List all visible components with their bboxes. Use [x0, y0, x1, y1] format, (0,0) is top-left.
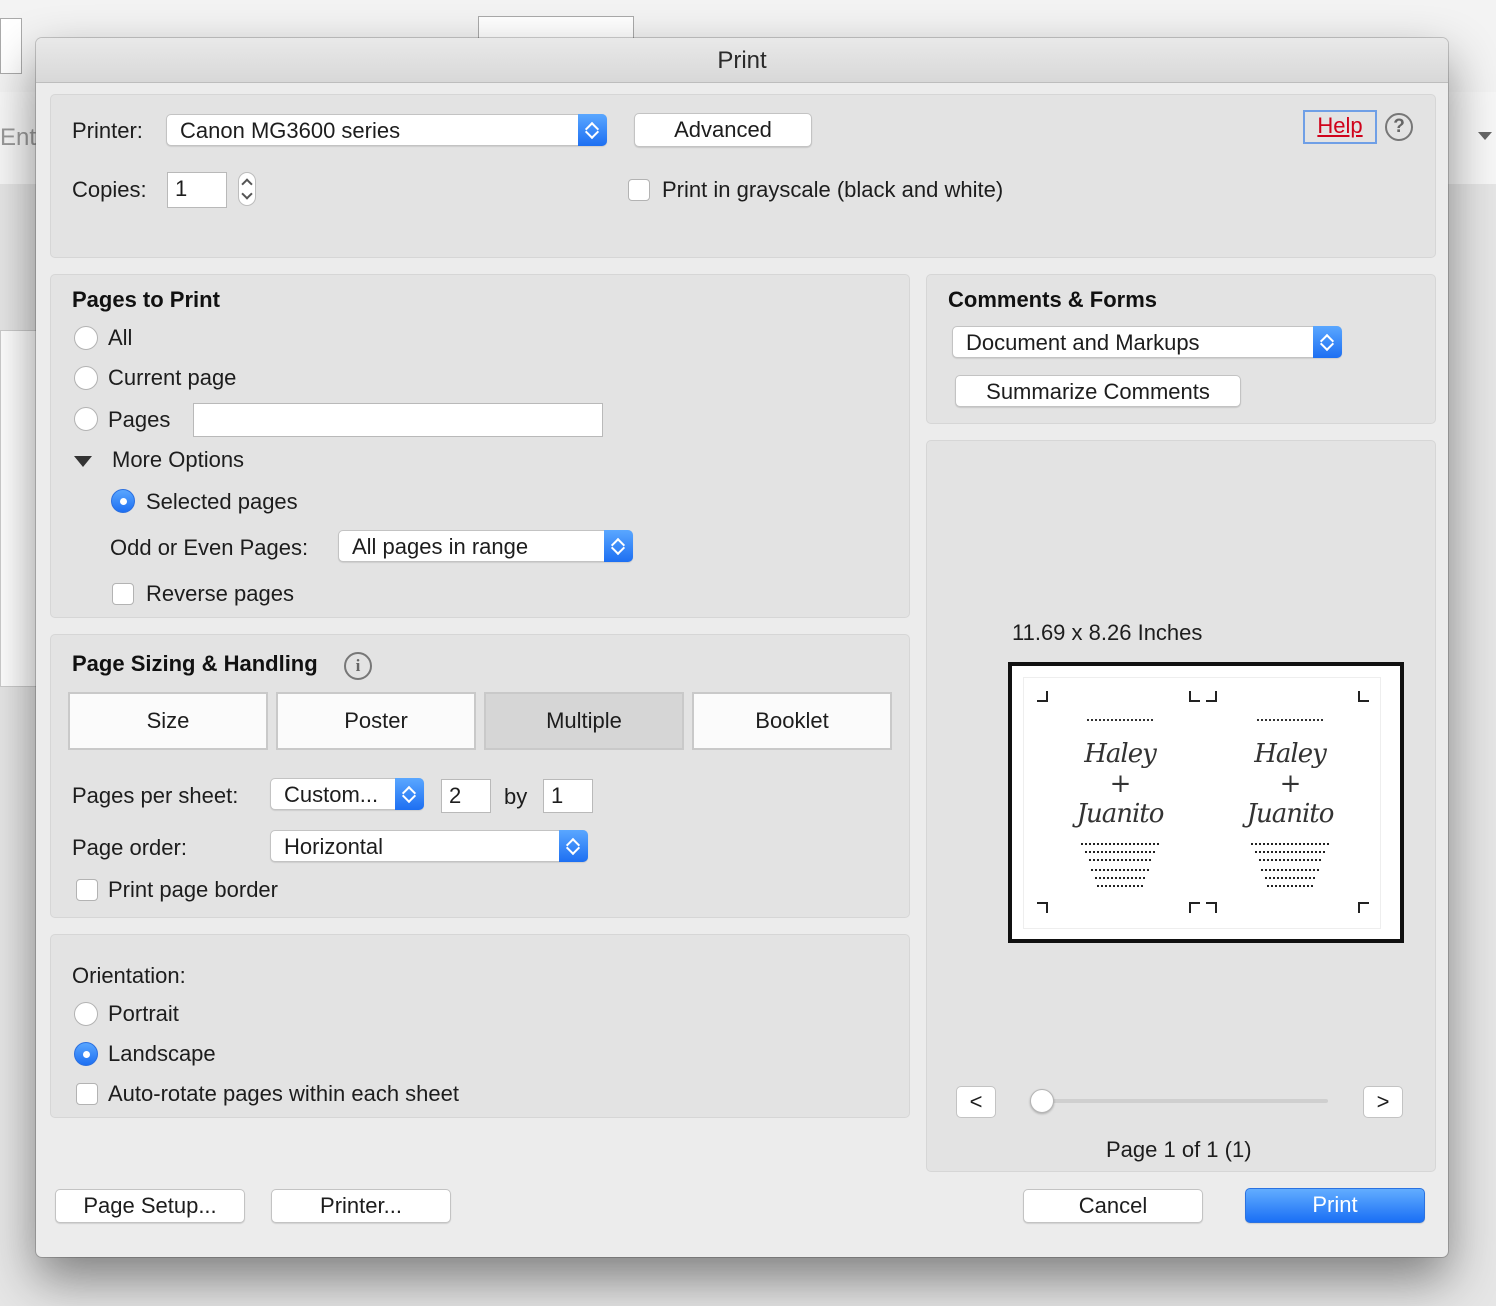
odd-even-label: Odd or Even Pages:	[110, 535, 309, 560]
autorotate-checkbox[interactable]	[76, 1083, 98, 1105]
cancel-button[interactable]: Cancel	[1023, 1189, 1203, 1223]
copies-label: Copies:	[72, 177, 147, 202]
current-page-label: Current page	[108, 365, 237, 390]
help-icon[interactable]: ?	[1385, 113, 1413, 141]
tab-booklet[interactable]: Booklet	[692, 692, 892, 750]
advanced-button[interactable]: Advanced	[634, 113, 812, 147]
reverse-pages-checkbox[interactable]	[112, 583, 134, 605]
select-arrows-icon	[578, 114, 607, 146]
crop-mark	[1206, 691, 1217, 702]
page-sizing-title: Page Sizing & Handling	[72, 651, 318, 676]
print-border-label: Print page border	[108, 877, 278, 902]
page-order-select[interactable]: Horizontal	[270, 830, 588, 862]
autorotate-label: Auto-rotate pages within each sheet	[108, 1081, 460, 1106]
select-arrows-icon	[604, 530, 633, 562]
pages-radio[interactable]	[74, 407, 98, 431]
help-link[interactable]: Help	[1303, 110, 1377, 144]
tab-poster[interactable]: Poster	[276, 692, 476, 750]
page-order-label: Page order:	[72, 835, 187, 860]
pages-to-print-title: Pages to Print	[72, 287, 220, 312]
page-slider-knob[interactable]	[1030, 1089, 1054, 1113]
selected-pages-radio[interactable]	[111, 489, 135, 513]
copies-stepper[interactable]	[238, 172, 256, 206]
crop-mark	[1358, 902, 1369, 913]
background-field	[0, 18, 22, 74]
print-button[interactable]: Print	[1245, 1188, 1425, 1223]
portrait-label: Portrait	[108, 1001, 179, 1026]
printer-button[interactable]: Printer...	[271, 1189, 451, 1223]
portrait-radio[interactable]	[74, 1002, 98, 1026]
copies-input[interactable]: 1	[167, 172, 227, 208]
tab-size[interactable]: Size	[68, 692, 268, 750]
orientation-title: Orientation:	[72, 963, 186, 988]
grid-columns-input[interactable]: 2	[441, 779, 491, 813]
more-options-label[interactable]: More Options	[112, 447, 244, 473]
landscape-radio[interactable]	[74, 1042, 98, 1066]
selected-pages-label: Selected pages	[146, 489, 298, 514]
select-arrows-icon	[1313, 326, 1342, 358]
all-pages-radio[interactable]	[74, 326, 98, 350]
printer-select-value: Canon MG3600 series	[180, 118, 401, 143]
pages-to-print-panel	[50, 274, 910, 618]
page-status: Page 1 of 1 (1)	[1106, 1137, 1252, 1162]
comments-forms-value: Document and Markups	[966, 330, 1200, 355]
pages-label: Pages	[108, 407, 171, 432]
printer-select[interactable]: Canon MG3600 series	[166, 114, 607, 146]
crop-mark	[1189, 902, 1200, 913]
grayscale-checkbox[interactable]	[628, 179, 650, 201]
crop-mark	[1037, 691, 1048, 702]
odd-even-select-value: All pages in range	[352, 534, 529, 559]
pages-range-input[interactable]	[193, 403, 603, 437]
pages-per-sheet-label: Pages per sheet:	[72, 783, 239, 808]
grid-rows-input[interactable]: 1	[543, 779, 593, 813]
stepper-down-icon	[241, 188, 253, 200]
preview-sheet: Haley + Juanito Haley + Juanito	[1023, 677, 1381, 929]
odd-even-select[interactable]: All pages in range	[338, 530, 633, 562]
crop-mark	[1358, 691, 1369, 702]
pages-per-sheet-value: Custom...	[284, 782, 379, 807]
preview-invitation-left: Haley + Juanito	[1075, 705, 1165, 887]
by-label: by	[504, 784, 528, 809]
select-arrows-icon	[559, 830, 588, 862]
select-arrows-icon	[395, 778, 424, 810]
current-page-radio[interactable]	[74, 366, 98, 390]
printer-label: Printer:	[72, 118, 143, 143]
dialog-title: Print	[36, 38, 1448, 83]
comments-forms-title: Comments & Forms	[948, 287, 1158, 312]
info-icon[interactable]: i	[344, 652, 372, 680]
comments-forms-select[interactable]: Document and Markups	[952, 326, 1342, 358]
print-border-checkbox[interactable]	[76, 879, 98, 901]
print-dialog: Print Printer: Canon MG3600 series Advan…	[36, 38, 1448, 1257]
reverse-pages-label: Reverse pages	[146, 581, 294, 606]
crop-mark	[1037, 902, 1048, 913]
preview-invitation-right: Haley + Juanito	[1245, 705, 1335, 887]
preview-size-label: 11.69 x 8.26 Inches	[1012, 620, 1203, 645]
summarize-comments-button[interactable]: Summarize Comments	[955, 375, 1241, 407]
all-pages-label: All	[108, 325, 133, 350]
invitation-script-text: Haley + Juanito	[1076, 739, 1165, 829]
preview-frame: Haley + Juanito Haley + Juanito	[1008, 662, 1404, 943]
crop-mark	[1206, 902, 1217, 913]
next-page-button[interactable]: >	[1363, 1086, 1403, 1118]
background-caret-icon	[1478, 132, 1492, 140]
page-setup-button[interactable]: Page Setup...	[55, 1189, 245, 1223]
previous-page-button[interactable]: <	[956, 1086, 996, 1118]
pages-per-sheet-select[interactable]: Custom...	[270, 778, 424, 810]
invitation-script-text: Haley + Juanito	[1246, 739, 1335, 829]
grayscale-label: Print in grayscale (black and white)	[662, 177, 1004, 202]
tab-multiple[interactable]: Multiple	[484, 692, 684, 750]
landscape-label: Landscape	[108, 1041, 216, 1066]
background-partial-text: Ent	[0, 124, 37, 151]
page-slider-track[interactable]	[1040, 1099, 1328, 1103]
page-order-value: Horizontal	[284, 834, 384, 859]
crop-mark	[1189, 691, 1200, 702]
disclosure-triangle-icon[interactable]	[74, 456, 92, 467]
